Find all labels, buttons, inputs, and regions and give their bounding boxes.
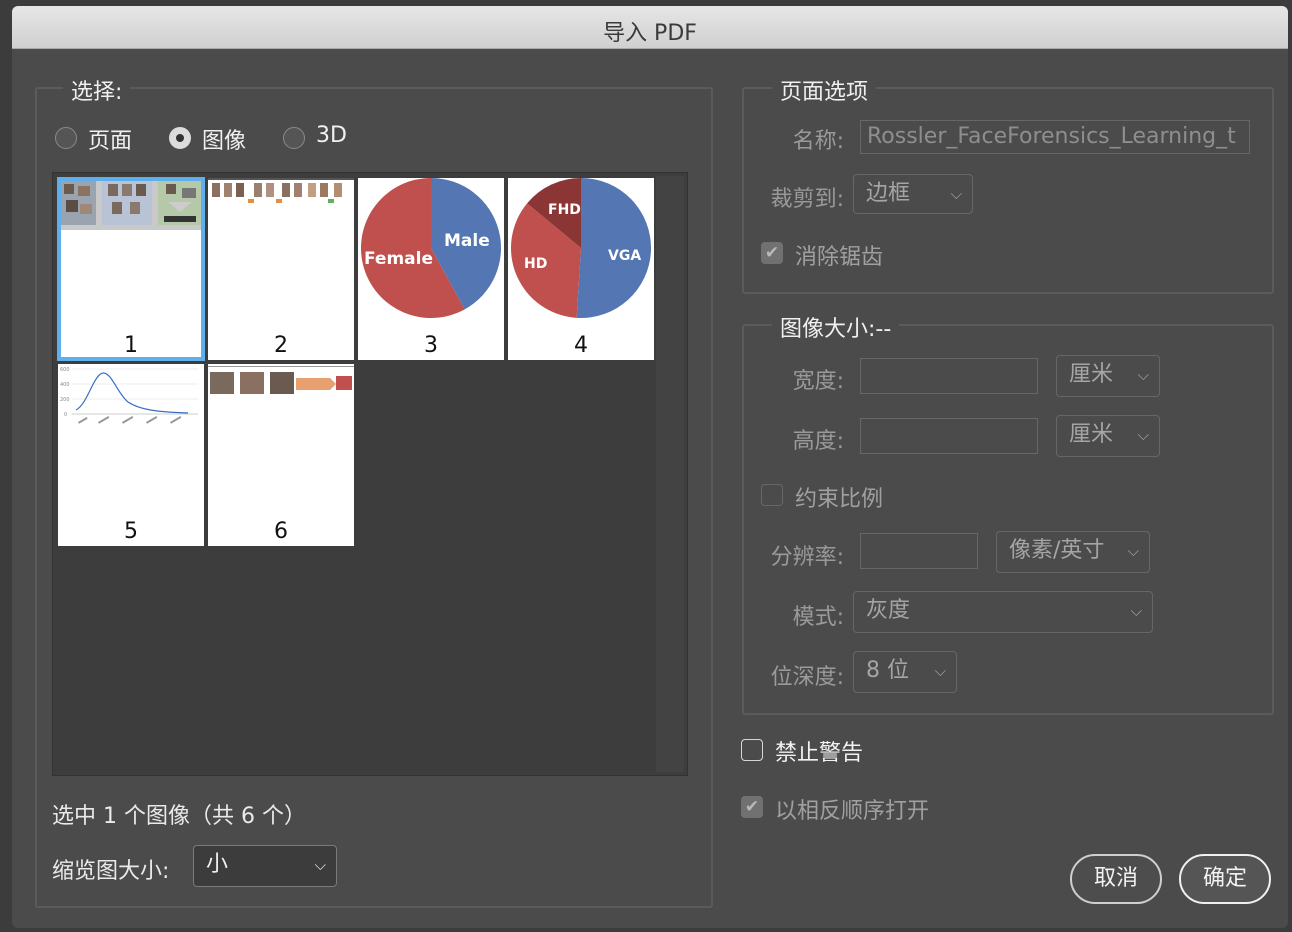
name-value: Rossler_FaceForensics_Learning_t <box>867 124 1236 149</box>
thumbnail-3[interactable]: Male Female 3 <box>358 178 504 360</box>
thumb-size-value: 小 <box>206 852 229 877</box>
thumbnail-4[interactable]: VGA HD FHD 4 <box>508 178 654 360</box>
title-bar[interactable]: 导入 PDF <box>12 6 1288 49</box>
page-2-preview <box>208 178 354 203</box>
chevron-down-icon: ⌵ <box>1137 366 1149 384</box>
thumbnail-number: 3 <box>424 333 438 358</box>
page-6-preview <box>208 366 354 394</box>
thumbnail-6[interactable]: 6 <box>208 364 354 546</box>
resolution-unit-value: 像素/英寸 <box>1009 538 1105 563</box>
width-unit-select[interactable]: 厘米 ⌵ <box>1056 355 1160 397</box>
height-unit-value: 厘米 <box>1069 422 1114 447</box>
crop-select[interactable]: 边框 ⌵ <box>853 174 973 214</box>
radio-3d[interactable] <box>283 127 305 149</box>
chevron-down-icon: ⌵ <box>314 856 326 874</box>
resolution-field[interactable] <box>860 533 978 569</box>
image-size-label: 图像大小:-- <box>772 311 900 343</box>
page-options-label: 页面选项 <box>772 74 877 106</box>
pie-slice-label: Male <box>444 231 490 251</box>
crop-label: 裁剪到: <box>770 187 844 212</box>
chevron-down-icon: ⌵ <box>934 662 946 680</box>
thumbnail-1[interactable]: 1 <box>57 177 205 361</box>
dialog-title: 导入 PDF <box>603 21 697 46</box>
mode-select[interactable]: 灰度 ⌵ <box>853 591 1153 633</box>
reverse-order-checkbox[interactable]: ✔ <box>741 796 763 818</box>
axis-label: 600 <box>60 367 70 373</box>
chevron-down-icon: ⌵ <box>1130 602 1142 620</box>
bit-depth-label: 位深度: <box>770 665 844 690</box>
width-label: 宽度: <box>792 369 844 394</box>
constrain-checkbox[interactable] <box>761 484 783 506</box>
axis-label: 0 <box>64 412 67 418</box>
axis-label: 400 <box>60 382 70 388</box>
name-field[interactable]: Rossler_FaceForensics_Learning_t <box>860 120 1250 154</box>
pie-slice-label: Female <box>364 249 433 269</box>
antialias-label: 消除锯齿 <box>795 245 884 270</box>
page-1-preview <box>58 178 204 230</box>
bit-depth-select[interactable]: 8 位 ⌵ <box>853 651 957 693</box>
thumbnail-number: 1 <box>124 333 138 358</box>
axis-label: 200 <box>60 397 70 403</box>
chevron-down-icon: ⌵ <box>1127 542 1139 560</box>
reverse-order-label: 以相反顺序打开 <box>775 799 930 824</box>
thumbnail-number: 6 <box>274 519 288 544</box>
selection-status: 选中 1 个图像（共 6 个） <box>52 804 306 829</box>
resolution-label: 分辨率: <box>770 545 844 570</box>
mode-value: 灰度 <box>866 598 911 623</box>
thumbnail-scroll-track[interactable] <box>656 176 684 772</box>
thumbnail-number: 2 <box>274 333 288 358</box>
page-4-pie-chart: VGA HD FHD <box>511 178 651 318</box>
name-label: 名称: <box>792 129 844 154</box>
height-field[interactable] <box>860 418 1038 454</box>
suppress-warnings-label[interactable]: 禁止警告 <box>775 735 863 767</box>
ok-button[interactable]: 确定 <box>1179 854 1271 904</box>
radio-3d-label[interactable]: 3D <box>316 123 347 148</box>
thumbnail-2[interactable]: 2 <box>208 178 354 360</box>
suppress-warnings-checkbox[interactable] <box>741 739 763 761</box>
pie-slice-label: VGA <box>608 248 641 264</box>
page-5-line-chart: 600 400 200 0 <box>60 367 198 424</box>
width-field[interactable] <box>860 358 1038 394</box>
radio-image-label[interactable]: 图像 <box>202 123 246 155</box>
resolution-unit-select[interactable]: 像素/英寸 ⌵ <box>996 531 1150 573</box>
chevron-down-icon: ⌵ <box>1137 426 1149 444</box>
height-unit-select[interactable]: 厘米 ⌵ <box>1056 415 1160 457</box>
thumb-size-label: 缩览图大小: <box>52 859 170 884</box>
thumbnail-5[interactable]: 600 400 200 0 5 <box>58 364 204 546</box>
thumb-size-select[interactable]: 小 ⌵ <box>193 845 337 887</box>
radio-image[interactable] <box>169 127 191 149</box>
thumbnail-number: 5 <box>124 519 138 544</box>
radio-page-label[interactable]: 页面 <box>88 123 132 155</box>
select-group-label: 选择: <box>63 74 131 106</box>
pie-slice-label: HD <box>524 256 547 272</box>
antialias-checkbox[interactable]: ✔ <box>761 242 783 264</box>
pie-slice-label: FHD <box>548 202 581 218</box>
width-unit-value: 厘米 <box>1069 362 1114 387</box>
crop-value: 边框 <box>866 181 911 206</box>
radio-page[interactable] <box>55 127 77 149</box>
bit-depth-value: 8 位 <box>866 658 909 683</box>
chevron-down-icon: ⌵ <box>950 185 962 203</box>
thumbnail-number: 4 <box>574 333 588 358</box>
height-label: 高度: <box>792 429 844 454</box>
mode-label: 模式: <box>792 605 844 630</box>
constrain-label: 约束比例 <box>795 487 884 512</box>
cancel-button[interactable]: 取消 <box>1070 854 1162 904</box>
page-3-pie-chart: Male Female <box>360 178 501 318</box>
